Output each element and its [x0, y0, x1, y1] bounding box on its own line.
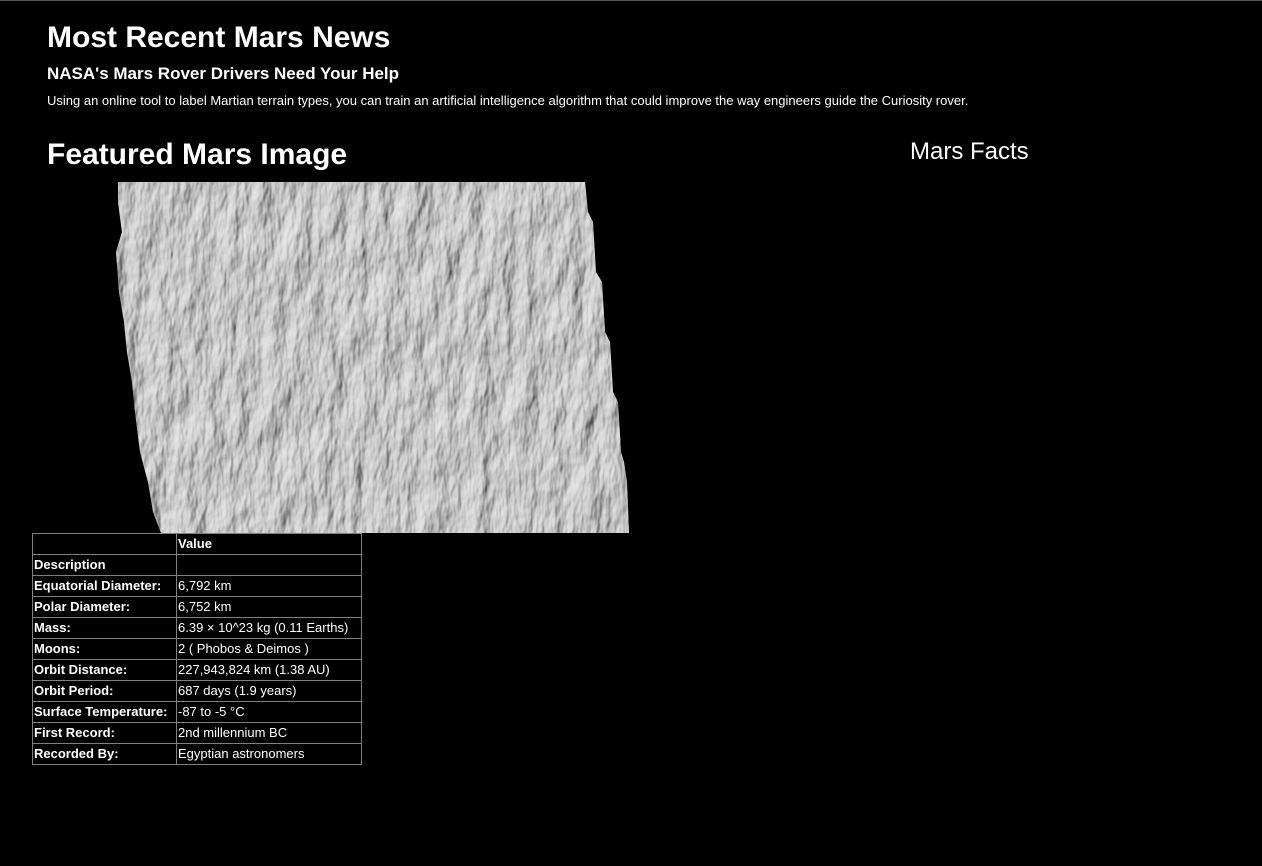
news-teaser: Using an online tool to label Martian te… [47, 93, 969, 108]
featured-image-title: Featured Mars Image [47, 138, 348, 171]
fact-value: 2 ( Phobos & Deimos ) [176, 638, 362, 660]
fact-value: 6,752 km [176, 596, 362, 618]
page: Most Recent Mars News NASA's Mars Rover … [0, 0, 1262, 866]
mars-facts-table: Value Description Equatorial Diameter: 6… [32, 533, 362, 765]
fact-value: 6.39 × 10^23 kg (0.11 Earths) [176, 617, 362, 639]
fact-label: Moons: [32, 638, 177, 660]
fact-label: Equatorial Diameter: [32, 575, 177, 597]
table-row: Orbit Distance: 227,943,824 km (1.38 AU) [32, 659, 362, 681]
fact-value: 227,943,824 km (1.38 AU) [176, 659, 362, 681]
table-row: Orbit Period: 687 days (1.9 years) [32, 680, 362, 702]
table-header-value: Value [176, 533, 362, 555]
fact-label: Orbit Period: [32, 680, 177, 702]
top-divider [0, 0, 1262, 1]
table-row: Surface Temperature: -87 to -5 °C [32, 701, 362, 723]
featured-mars-image [116, 182, 629, 533]
news-section-title: Most Recent Mars News [47, 21, 391, 54]
table-row: First Record: 2nd millennium BC [32, 722, 362, 744]
table-header-row: Value [32, 533, 362, 555]
table-row: Polar Diameter: 6,752 km [32, 596, 362, 618]
mars-facts-title: Mars Facts [910, 138, 1029, 165]
fact-label: Recorded By: [32, 743, 177, 765]
table-row: Recorded By: Egyptian astronomers [32, 743, 362, 765]
fact-label: Surface Temperature: [32, 701, 177, 723]
news-headline: NASA's Mars Rover Drivers Need Your Help [47, 64, 400, 83]
fact-label: First Record: [32, 722, 177, 744]
fact-label: Mass: [32, 617, 177, 639]
table-index-blank [176, 554, 362, 576]
fact-value: 2nd millennium BC [176, 722, 362, 744]
fact-value: 6,792 km [176, 575, 362, 597]
table-row: Moons: 2 ( Phobos & Deimos ) [32, 638, 362, 660]
fact-value: -87 to -5 °C [176, 701, 362, 723]
table-index-row: Description [32, 554, 362, 576]
fact-label: Polar Diameter: [32, 596, 177, 618]
fact-label: Orbit Distance: [32, 659, 177, 681]
fact-value: Egyptian astronomers [176, 743, 362, 765]
table-header-blank [32, 533, 177, 555]
table-row: Mass: 6.39 × 10^23 kg (0.11 Earths) [32, 617, 362, 639]
fact-value: 687 days (1.9 years) [176, 680, 362, 702]
table-index-label: Description [32, 554, 177, 576]
table-row: Equatorial Diameter: 6,792 km [32, 575, 362, 597]
